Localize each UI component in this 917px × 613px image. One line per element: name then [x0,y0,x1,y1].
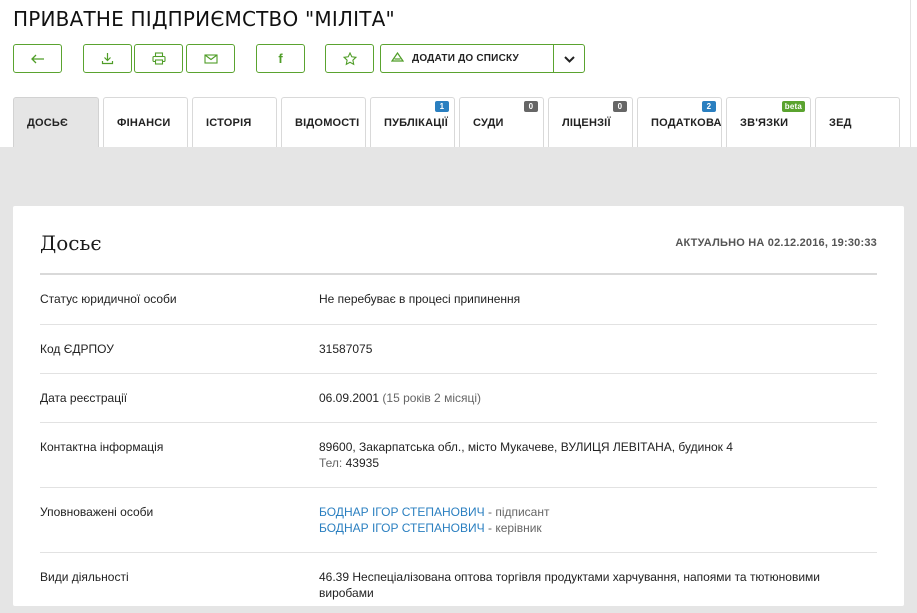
download-button[interactable] [83,44,132,73]
facebook-icon: f [278,51,283,66]
persons-value: БОДНАР ІГОР СТЕПАНОВИЧ - підписант БОДНА… [319,504,877,536]
tab-foreign-trade[interactable]: ЗЕД [815,97,900,147]
back-button[interactable] [13,44,62,73]
person-link[interactable]: БОДНАР ІГОР СТЕПАНОВИЧ [319,521,485,535]
activity-value: 46.39 Неспеціалізована оптова торгівля п… [319,570,820,600]
tab-label: ДОСЬЄ [27,116,69,129]
person-role: - керівник [487,521,542,535]
contact-row: Контактна інформація 89600, Закарпатська… [40,423,877,488]
tab-courts[interactable]: СУДИ 0 [459,97,544,147]
back-arrow-icon [30,54,45,64]
code-row: Код ЄДРПОУ 31587075 [40,325,877,374]
facebook-share-button[interactable]: f [256,44,305,73]
count-badge: 1 [435,101,449,112]
company-title: ПРИВАТНЕ ПІДПРИЄМСТВО "МІЛІТА" [13,7,395,31]
tab-connections[interactable]: ЗВ'ЯЗКИ beta [726,97,811,147]
email-button[interactable] [186,44,235,73]
tab-publications[interactable]: ПУБЛІКАЦІЇ 1 [370,97,455,147]
download-icon [101,52,114,65]
print-button[interactable] [134,44,183,73]
tab-label: ВІДОМОСТІ [295,116,360,129]
person-item: БОДНАР ІГОР СТЕПАНОВИЧ - підписант [319,504,877,520]
registration-age: (15 років 2 місяці) [382,391,482,405]
envelope-icon [203,53,218,64]
code-value: 31587075 [319,342,373,356]
chevron-down-icon [563,50,575,68]
tab-label: СУДИ [473,116,504,129]
tab-label: ПУБЛІКАЦІЇ [384,116,448,129]
dossier-card: Досьє АКТУАЛЬНО НА 02.12.2016, 19:30:33 … [13,206,904,606]
phone-value: 43935 [345,456,379,470]
scroll-edge [910,0,911,147]
tab-licenses[interactable]: ЛІЦЕНЗІЇ 0 [548,97,633,147]
tab-label: ФІНАНСИ [117,116,171,129]
add-to-list-button[interactable]: ДОДАТИ ДО СПИСКУ [381,45,553,72]
tab-label: ЗЕД [829,116,852,129]
contact-label: Контактна інформація [40,440,164,454]
status-label: Статус юридичної особи [40,292,177,306]
tab-records[interactable]: ВІДОМОСТІ [281,97,366,147]
updated-timestamp: АКТУАЛЬНО НА 02.12.2016, 19:30:33 [675,237,877,249]
list-add-icon [390,51,405,65]
status-value: Не перебуває в процесі припинення [319,292,521,306]
person-link[interactable]: БОДНАР ІГОР СТЕПАНОВИЧ [319,505,485,519]
registration-date: 06.09.2001 [319,391,380,405]
tab-label: ЛІЦЕНЗІЇ [562,116,611,129]
contact-value: 89600, Закарпатська обл., місто Мукачеве… [319,439,877,471]
add-to-list-label: ДОДАТИ ДО СПИСКУ [412,53,519,64]
tab-history[interactable]: ІСТОРІЯ [192,97,277,147]
count-badge: 0 [524,101,538,112]
code-label: Код ЄДРПОУ [40,342,114,356]
add-to-list-control[interactable]: ДОДАТИ ДО СПИСКУ [380,44,585,73]
printer-icon [151,52,166,65]
add-to-list-dropdown[interactable] [553,45,584,72]
tab-label: ЗВ'ЯЗКИ [740,116,789,129]
persons-label: Уповноважені особи [40,505,154,519]
star-icon [342,51,357,66]
count-badge: 2 [702,101,716,112]
tab-label: ПОДАТКОВА [651,116,722,129]
person-item: БОДНАР ІГОР СТЕПАНОВИЧ - керівник [319,520,877,536]
registration-label: Дата реєстрації [40,391,128,405]
activities-row: Види діяльності 46.39 Неспеціалізована о… [40,553,877,613]
phone-label: Тел: [319,456,343,470]
count-badge: 0 [613,101,627,112]
activities-label: Види діяльності [40,570,129,584]
persons-row: Уповноважені особи БОДНАР ІГОР СТЕПАНОВИ… [40,488,877,553]
tab-label: ІСТОРІЯ [206,116,252,129]
contact-address: 89600, Закарпатська обл., місто Мукачеве… [319,440,733,454]
tab-dossier[interactable]: ДОСЬЄ [13,97,99,147]
contact-phone-line: Тел: 43935 [319,455,877,471]
registration-value: 06.09.2001 (15 років 2 місяці) [319,390,877,406]
registration-row: Дата реєстрації 06.09.2001 (15 років 2 м… [40,374,877,423]
person-role: - підписант [487,505,550,519]
beta-badge: beta [781,101,805,112]
tab-tax[interactable]: ПОДАТКОВА 2 [637,97,722,147]
favorite-button[interactable] [325,44,374,73]
section-title: Досьє [40,231,102,255]
status-row: Статус юридичної особи Не перебуває в пр… [40,275,877,325]
tab-finances[interactable]: ФІНАНСИ [103,97,188,147]
